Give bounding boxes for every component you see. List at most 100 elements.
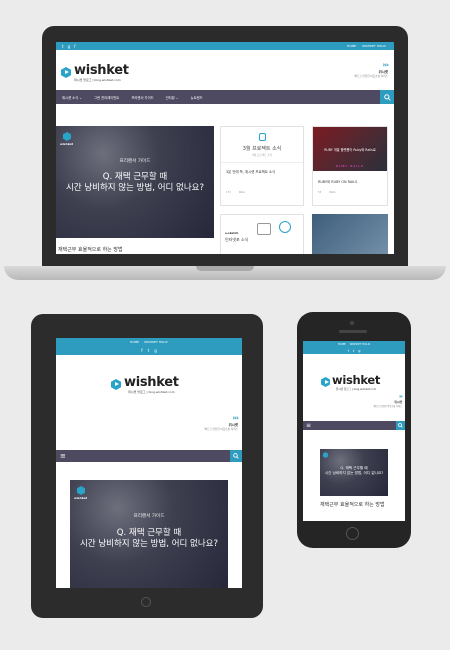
phone-hamburger-menu-icon[interactable]: ≡ (303, 421, 311, 430)
nav-item-interview[interactable]: 인터뷰 ⌄ (160, 95, 185, 100)
top-bar: t g f HOME WISHKET HOLIC (56, 42, 394, 50)
lower-card-label: e-sketch (225, 231, 239, 235)
nav-item-management[interactable]: 그런 관리레이먼트 (88, 95, 125, 100)
news-card-sub: 3월 프로젝트 소식 (251, 154, 272, 157)
phone-logo-text: wishket (332, 373, 381, 387)
hero-logo-icon (63, 132, 71, 141)
ruby-card[interactable]: RUBY 개발 플랫폼이 Ruby와 Rails로 RUBY RAILS RUB… (312, 126, 388, 206)
ruby-author: Wstu (329, 191, 336, 194)
hero-headline: Q. 재택 근무할 때 시간 낭비하지 않는 방법, 어디 없나요? (56, 172, 214, 194)
phone-site-logo[interactable]: wishket 위시켓 블로그 | blog.wishket.com (321, 373, 380, 391)
phone-logo-subtitle: 위시켓 블로그 | blog.wishket.com (335, 388, 377, 391)
search-icon (383, 93, 391, 101)
twitter-icon[interactable]: t (62, 44, 64, 49)
logo-text: wishket (74, 63, 129, 78)
nav-item-freelancer-guide[interactable]: 프리랜서 가이드 (125, 95, 159, 100)
phone-search-icon (398, 423, 403, 428)
tablet-holic-link[interactable]: WISHKET HOLIC (144, 340, 168, 344)
phone-home-button (346, 527, 359, 540)
ruby-card-meta: 53 Wstu (318, 191, 336, 194)
phone-header-ad[interactable]: ››› 위시켓 빠르고 안전한 아웃소싱 서비스 (373, 394, 403, 408)
ruby-view-count: 53 (318, 191, 322, 194)
hamburger-menu-icon[interactable]: ≡ (56, 450, 66, 462)
phone-hero-headline: Q. 재택 근무할 때 시간 낭비하지 않는 방법, 어디 없나요? (320, 466, 388, 475)
tablet-site-logo[interactable]: wishket 위시켓 블로그 | blog.wishket.com (111, 375, 179, 394)
nav-search-button[interactable] (380, 90, 394, 104)
phone-holic-link[interactable]: WISHKET HOLIC (350, 343, 371, 346)
tablet-logo-hex-icon (111, 379, 121, 390)
phone-google-icon[interactable]: g (358, 349, 360, 353)
tablet-hero-brand: wishket (74, 496, 88, 500)
hero-headline-line-1: Q. 재택 근무할 때 (102, 172, 168, 182)
tablet-hero-headline: Q. 재택 근무할 때 시간 낭비하지 않는 방법, 어디 없나요? (70, 528, 228, 550)
lower-card-illustration (257, 223, 271, 235)
tablet-hero-logo-icon (77, 486, 85, 495)
tablet-logo-text: wishket (124, 375, 179, 390)
phone-camera (350, 321, 354, 325)
phone-facebook-icon[interactable]: f (348, 349, 349, 353)
google-icon[interactable]: g (68, 44, 71, 49)
nav-item-news[interactable]: 위시켓 소식 ⌄ (56, 95, 88, 100)
phone-hero-article[interactable]: Q. 재택 근무할 때 시간 낭비하지 않는 방법, 어디 없나요? (320, 449, 388, 496)
tablet-home-link[interactable]: HOME (130, 340, 139, 344)
tablet-hero-headline-line-2: 시간 낭비하지 않는 방법, 어디 없나요? (79, 539, 219, 550)
project-news-card[interactable]: 3월 프로젝트 소식 3월 프로젝트 소식 3분 안에 쏙, 위시켓 프로젝트 … (220, 126, 304, 206)
phone-ad-subtitle: 빠르고 안전한 아웃소싱 서비스 (373, 405, 402, 408)
wishket-holic-link[interactable]: WISHKET HOLIC (362, 44, 386, 48)
tablet-search-button[interactable] (230, 450, 242, 462)
tablet-top-bar: HOME WISHKET HOLIC (56, 338, 242, 345)
phone-speaker (339, 330, 367, 333)
ruby-card-banner-title: RUBY 개발 플랫폼이 Ruby와 Rails로 (324, 148, 376, 152)
ruby-card-image: RUBY 개발 플랫폼이 Ruby와 Rails로 RUBY RAILS (313, 127, 387, 171)
tablet-logo-subtitle: 위시켓 블로그 | blog.wishket.com (128, 390, 175, 394)
social-links: t g f (56, 44, 76, 49)
ruby-card-caption: RUBY와 RUBY ON RAILS (318, 180, 358, 184)
news-card-meta: 173 Wstu (226, 191, 245, 194)
tablet-screen: HOME WISHKET HOLIC f t g wishket 위시켓 블로그… (56, 338, 242, 588)
ad-subtitle: 빠르고 안전한 아웃소싱 서비스 (354, 75, 389, 78)
phone-logo-hex-icon (321, 377, 330, 387)
phone-twitter-icon[interactable]: t (353, 349, 354, 353)
below-hero-title[interactable]: 재택근무 효율적으로 하는 방법 (58, 246, 123, 253)
laptop-notch (196, 266, 254, 271)
nav-item-trend[interactable]: 뉴트렌드 (185, 95, 209, 100)
site-logo[interactable]: wishket 위시켓 블로그 | blog.wishket.com (61, 63, 129, 82)
tablet-header-ad[interactable]: ››› 위시켓 빠르고 안전한 아웃소싱 서비스 (205, 414, 239, 431)
ruby-card-banner-text: RUBY RAILS (336, 164, 364, 168)
phone-hero-logo-icon (323, 452, 328, 458)
home-link[interactable]: HOME (347, 44, 356, 48)
phone-hero-headline-line-2: 시간 낭비하지 않는 방법, 어디 없나요? (324, 470, 384, 475)
phone-nav: ≡ (303, 421, 405, 430)
news-author: Wstu (238, 191, 246, 194)
lower-card-right[interactable] (312, 214, 388, 254)
tablet-hero-headline-line-1: Q. 재택 근무할 때 (116, 528, 182, 538)
tablet-hero-article[interactable]: wishket 프리랜서 가이드 Q. 재택 근무할 때 시간 낭비하지 않는 … (70, 480, 228, 588)
phone-social-bar: f t g (303, 347, 405, 354)
hero-headline-line-2: 시간 낭비하지 않는 방법, 어디 없나요? (65, 183, 205, 194)
phone-below-hero-title[interactable]: 재택근무 효율적으로 하는 방법 (320, 502, 390, 509)
tablet-hero-category: 프리랜서 가이드 (133, 514, 165, 519)
news-view-count: 173 (226, 191, 231, 194)
tablet-nav: ≡ (56, 450, 242, 462)
tablet-ad-subtitle: 빠르고 안전한 아웃소싱 서비스 (204, 428, 239, 431)
tablet-facebook-icon[interactable]: f (141, 348, 142, 353)
hero-article[interactable]: wishket 프리랜서 가이드 Q. 재택 근무할 때 시간 낭비하지 않는 … (56, 126, 214, 238)
tablet-google-icon[interactable]: g (154, 348, 157, 353)
header-ad[interactable]: ››› 위시켓 빠르고 안전한 아웃소싱 서비스 (355, 61, 389, 78)
hero-category: 프리랜서 가이드 (119, 159, 151, 164)
lower-card-left[interactable]: e-sketch 인터넷포 소식 (220, 214, 304, 254)
divider (221, 162, 303, 163)
site-header: wishket 위시켓 블로그 | blog.wishket.com ››› 위… (56, 50, 394, 90)
phone-search-button[interactable] (396, 421, 405, 430)
news-card-title: 3월 프로젝트 소식 (242, 146, 282, 152)
lower-card-title: 인터넷포 소식 (225, 237, 249, 242)
news-card-caption: 3분 안에 쏙, 위시켓 프로젝트 소식 (226, 170, 276, 174)
tablet-twitter-icon[interactable]: t (148, 348, 150, 353)
news-hex-icon (259, 133, 266, 141)
tablet-chevron-right-icon: ››› (232, 414, 239, 422)
facebook-icon[interactable]: f (74, 44, 75, 49)
phone-home-link[interactable]: HOME (338, 343, 346, 346)
hero-brand: wishket (60, 142, 74, 146)
tablet-search-icon (233, 453, 239, 459)
chevron-right-icon: ››› (382, 61, 389, 69)
